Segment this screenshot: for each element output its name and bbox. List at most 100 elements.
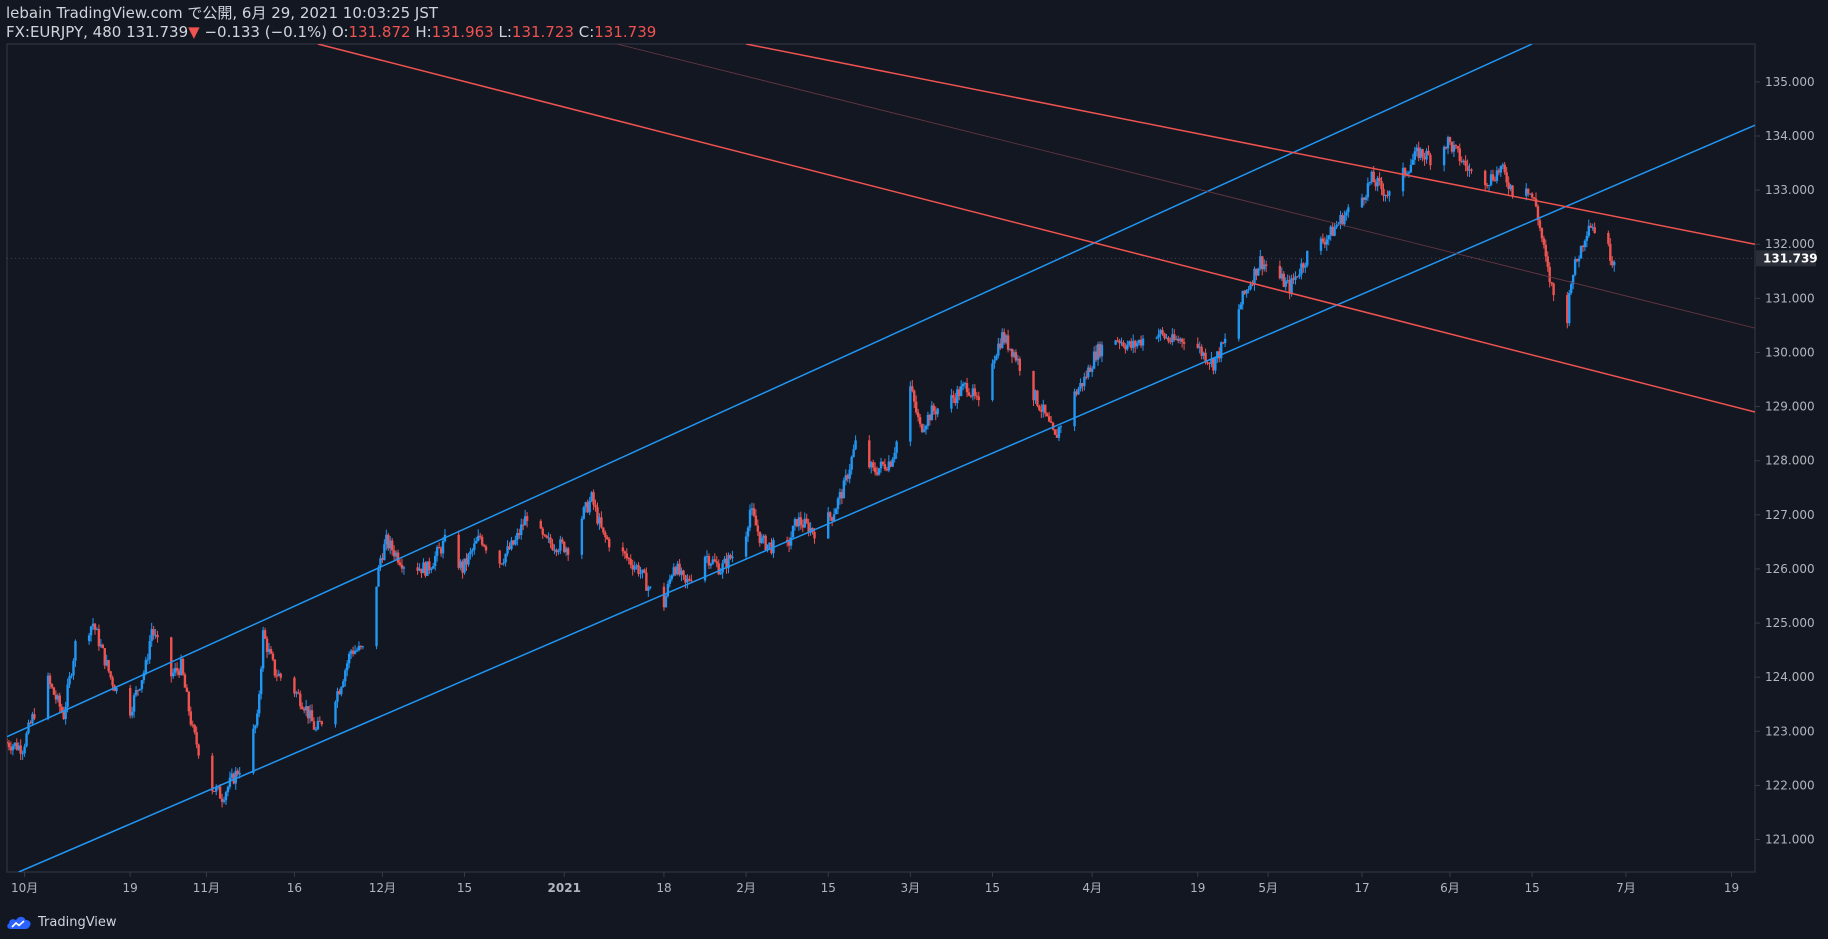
candle-down (1382, 188, 1385, 196)
candle-up (1343, 215, 1346, 225)
candle-down (1470, 169, 1473, 171)
candle-down (1448, 137, 1452, 142)
descending-channel-upper[interactable] (745, 44, 1755, 245)
candle-up (87, 635, 91, 642)
candle-up (836, 498, 840, 509)
candle-up (588, 500, 591, 513)
candle-up (316, 720, 320, 730)
candle-up (1411, 159, 1415, 165)
candle-up (115, 687, 118, 692)
tradingview-logo[interactable]: TradingView (6, 913, 117, 931)
candle-down (754, 515, 758, 526)
candle-up (746, 527, 750, 537)
candle-up (89, 626, 93, 636)
candle-down (621, 547, 625, 552)
candle-down (1593, 227, 1596, 233)
ascending-channel-lower[interactable] (18, 124, 1755, 872)
candle-up (402, 567, 406, 569)
price-axis[interactable]: 121.000 122.000 123.000 124.000 125.000 126.0… (1755, 75, 1815, 847)
candle-down (1173, 334, 1176, 340)
candle-up (314, 729, 318, 731)
candle-up (1247, 289, 1250, 291)
candle-down (263, 630, 267, 639)
candle-up (991, 363, 994, 401)
candle-down (539, 520, 542, 529)
candle-up (649, 586, 652, 588)
candle-down (136, 690, 140, 692)
time-tick-label: 12月 (369, 881, 396, 895)
candle-up (1237, 309, 1241, 339)
candle-down (604, 532, 607, 538)
candle-down (752, 508, 756, 516)
descending-channel-mid[interactable] (616, 44, 1755, 329)
candle-up (140, 680, 144, 689)
candle-up (23, 746, 26, 754)
price-tick-label: 128.000 (1765, 454, 1815, 468)
candle-up (504, 553, 507, 563)
candle-down (1542, 238, 1546, 245)
ascending-channel-upper[interactable] (7, 44, 1533, 738)
candle-down (1161, 330, 1164, 334)
candle-down (1018, 358, 1022, 371)
candle-up (1135, 343, 1139, 347)
candle-down (498, 550, 501, 564)
candle-down (181, 658, 185, 675)
time-tick-label: 19 (1724, 881, 1739, 895)
candle-down (606, 537, 609, 540)
candle-down (52, 687, 56, 695)
candle-down (1458, 148, 1461, 161)
time-tick-label: 18 (656, 881, 671, 895)
last-price-label: 131.739 (1763, 251, 1818, 265)
price-chart[interactable]: 121.000 122.000 123.000 124.000 125.000 126.0… (0, 0, 1828, 939)
candle-up (719, 572, 722, 575)
candle-down (608, 539, 611, 548)
candle-down (269, 648, 273, 654)
candle-down (109, 671, 112, 678)
candle-down (170, 637, 173, 677)
candle-down (1526, 188, 1530, 194)
candle-up (1157, 334, 1160, 338)
candle-up (721, 563, 724, 573)
candle-down (1429, 154, 1432, 166)
candle-down (1532, 197, 1536, 199)
candle-up (64, 706, 67, 720)
time-tick-label: 19 (1190, 881, 1205, 895)
candle-up (258, 694, 261, 714)
time-tick-label: 15 (457, 881, 472, 895)
candle-up (469, 551, 472, 555)
candle-down (918, 417, 922, 425)
candle-down (1491, 174, 1495, 181)
candle-down (310, 710, 314, 722)
candle-down (756, 525, 760, 532)
candle-up (361, 646, 365, 648)
candle-up (850, 456, 853, 470)
candle-up (254, 725, 257, 729)
candle-down (312, 721, 316, 730)
candle-up (936, 408, 939, 415)
candle-up (1568, 292, 1571, 324)
candle-up (432, 566, 435, 569)
candle-up (639, 573, 642, 575)
candle-down (156, 634, 159, 638)
time-axis[interactable]: 10月 19 11月 16 12月 15 2021 18 2月 15 3月 15 4月 19 5月 17 6月 1… (11, 872, 1739, 895)
candle-down (799, 517, 803, 525)
candle-down (50, 684, 54, 688)
candle-up (70, 675, 73, 677)
candle-down (932, 405, 935, 412)
candle-down (1511, 185, 1514, 196)
time-tick-label: 15 (1524, 881, 1539, 895)
candle-up (148, 641, 151, 660)
candle-up (144, 660, 148, 673)
candle-up (744, 536, 748, 557)
candle-up (1245, 290, 1248, 294)
candle-down (1045, 413, 1049, 417)
candle-up (647, 587, 650, 591)
candle-down (480, 536, 484, 545)
candle-up (1298, 274, 1301, 277)
candle-down (1548, 266, 1551, 283)
candle-down (1544, 244, 1547, 257)
candle-down (549, 537, 552, 544)
price-tick-label: 132.000 (1765, 237, 1815, 251)
candle-up (1613, 261, 1616, 266)
time-tick-label: 6月 (1440, 881, 1460, 895)
